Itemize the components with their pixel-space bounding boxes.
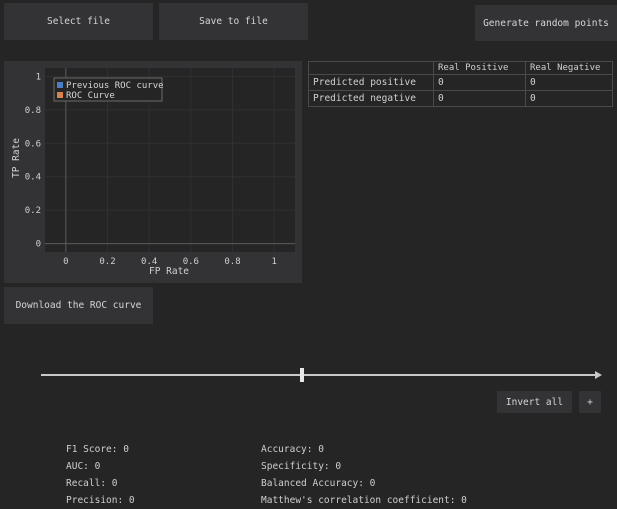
table-cell: 0 [525,74,613,91]
invert-all-button[interactable]: Invert all [497,391,572,413]
y-tick-label: 1 [36,72,41,82]
threshold-slider[interactable] [41,366,603,384]
legend-label: Previous ROC curve [66,81,164,91]
add-button[interactable]: + [579,391,601,413]
y-tick-label: 0.4 [25,173,41,183]
table-header-cell [308,61,434,75]
x-axis-label: FP Rate [149,266,189,277]
matthews-coefficient-text: Matthew's correlation coefficient: 0 [261,495,467,506]
precision-text: Precision: 0 [66,495,135,506]
select-file-button[interactable]: Select file [4,3,153,40]
table-header-row: Real Positive Real Negative [308,61,613,75]
x-tick-label: 0.2 [99,257,115,267]
legend-label: ROC Curve [66,91,115,101]
legend-swatch [57,82,63,88]
f1-score-text: F1 Score: 0 [66,444,129,455]
generate-random-points-button[interactable]: Generate random points [475,5,617,41]
table-row: Predicted positive 0 0 [308,74,613,91]
specificity-text: Specificity: 0 [261,461,342,472]
roc-chart[interactable]: 0 0.2 0.4 0.6 0.8 100.20.40.60.81 FP Rate TP … [4,61,302,283]
chart-legend: Previous ROC curveROC Curve [53,77,164,102]
auc-text: AUC: 0 [66,461,101,472]
y-axis-label: TP Rate [11,138,22,178]
x-tick-label: 0.8 [224,257,240,267]
y-tick-label: 0.2 [25,206,41,216]
table-header-cell: Real Negative [525,61,613,75]
recall-text: Recall: 0 [66,478,118,489]
table-cell: 0 [433,74,526,91]
roc-plot-panel[interactable]: 0 0.2 0.4 0.6 0.8 1 0 0.2 0.4 0.6 0.8 1 FP Rate TP … [4,61,302,283]
legend-swatch [57,92,63,98]
table-row: Predicted negative 0 0 [308,90,613,107]
save-to-file-button[interactable]: Save to file [159,3,308,40]
table-cell: 0 [433,90,526,107]
x-tick-label: 1 [271,257,276,267]
download-roc-button[interactable]: Download the ROC curve [4,287,153,324]
y-tick-label: 0 [36,240,41,250]
arrow-right-icon [595,371,602,379]
accuracy-text: Accuracy: 0 [261,444,324,455]
x-tick-label: 0 [63,257,68,267]
confusion-matrix-table: Real Positive Real Negative Predicted po… [308,61,613,107]
slider-handle[interactable] [300,368,305,382]
row-label: Predicted positive [308,74,434,91]
balanced-accuracy-text: Balanced Accuracy: 0 [261,478,376,489]
y-tick-label: 0.6 [25,139,41,149]
slider-track[interactable] [41,374,597,376]
row-label: Predicted negative [308,90,434,107]
y-tick-label: 0.8 [25,106,41,116]
table-cell: 0 [525,90,613,107]
table-header-cell: Real Positive [433,61,526,75]
